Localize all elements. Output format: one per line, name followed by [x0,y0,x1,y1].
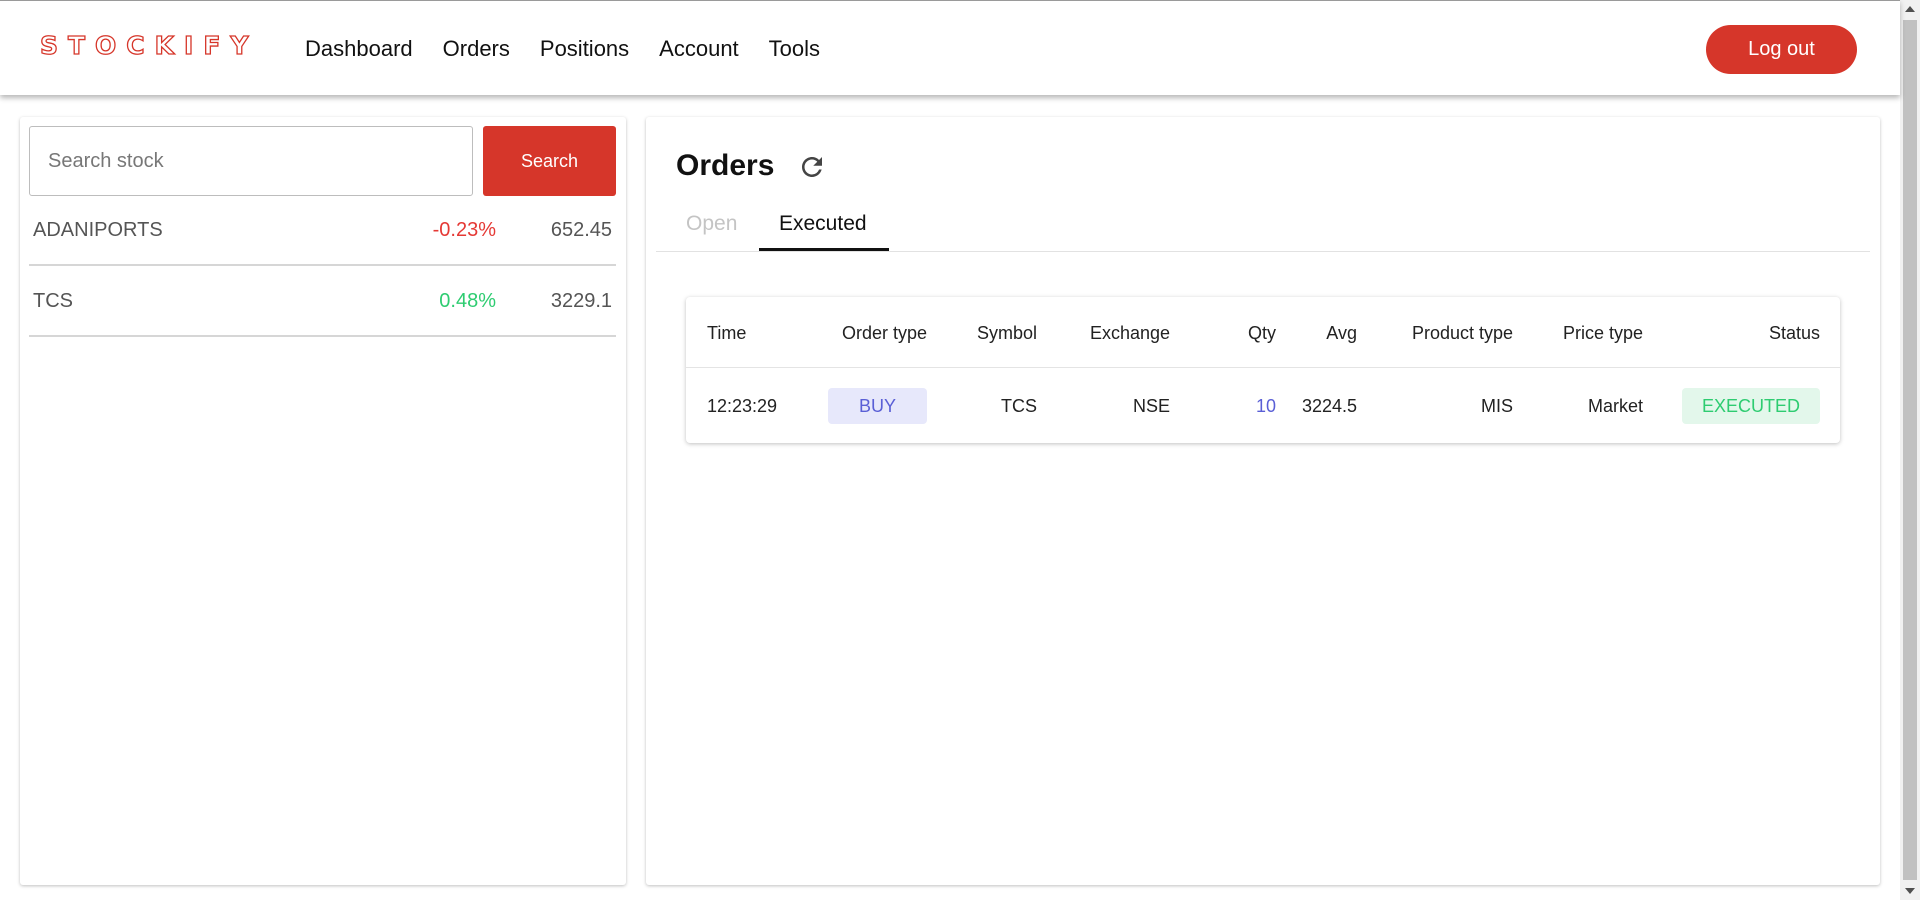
col-symbol: Symbol [976,323,1037,343]
active-tab-indicator [759,248,889,251]
col-price-type: Price type [1562,323,1643,343]
nav-orders[interactable]: Orders [443,36,510,62]
order-symbol: TCS [1001,396,1037,416]
col-product-type: Product type [1411,323,1513,343]
order-price-type: Market [1587,396,1643,416]
col-qty: Qty [1247,323,1276,343]
vertical-scrollbar[interactable] [1900,0,1920,900]
order-qty: 10 [1255,396,1276,416]
watchlist-price: 652.45 [550,219,612,241]
refresh-icon[interactable] [797,152,827,182]
watchlist-price: 3229.1 [550,290,612,312]
top-navbar: STOCKIFY Dashboard Orders Positions Acco… [0,0,1900,95]
orders-tabs: Open Executed [656,202,1870,252]
status-badge: EXECUTED [1682,388,1820,424]
watchlist-symbol: TCS [33,290,73,312]
orders-panel: Orders Open Executed Time Order type Sym… [646,117,1880,885]
watchlist-change: 0.48% [439,290,496,312]
order-avg: 3224.5 [1301,396,1357,416]
nav-account[interactable]: Account [659,36,739,62]
main-nav: Dashboard Orders Positions Account Tools [305,36,850,62]
page-title: Orders [676,149,775,182]
nav-tools[interactable]: Tools [769,36,820,62]
order-type-badge: BUY [828,388,927,424]
tab-open[interactable]: Open [686,212,737,236]
watchlist-item[interactable]: TCS 0.48% 3229.1 [29,267,616,337]
col-status: Status [1768,323,1820,343]
order-product-type: MIS [1480,396,1513,416]
stock-search-input[interactable] [29,126,473,196]
table-header: Time Order type Symbol Exchange Qty Avg … [686,297,1840,368]
watchlist-change: -0.23% [432,219,496,241]
nav-positions[interactable]: Positions [540,36,629,62]
search-button[interactable]: Search [483,126,616,196]
nav-dashboard[interactable]: Dashboard [305,36,413,62]
stockify-logo[interactable]: STOCKIFY [39,30,259,60]
watchlist-panel: Search ADANIPORTS -0.23% 652.45 TCS 0.48… [20,117,626,885]
tab-executed[interactable]: Executed [779,212,867,236]
table-row[interactable]: 12:23:29 BUY TCS NSE 10 3224.5 MIS Marke… [686,368,1840,443]
orders-table: Time Order type Symbol Exchange Qty Avg … [686,297,1840,443]
scrollbar-thumb[interactable] [1903,20,1917,880]
scroll-up-arrow-icon[interactable] [1905,6,1915,12]
col-order-type: Order type [841,323,927,343]
order-exchange: NSE [1132,396,1170,416]
logout-button[interactable]: Log out [1706,25,1857,74]
order-time: 12:23:29 [707,396,778,416]
watchlist-symbol: ADANIPORTS [33,219,163,241]
col-time: Time [707,323,747,343]
col-avg: Avg [1326,323,1357,343]
scroll-down-arrow-icon[interactable] [1905,888,1915,894]
col-exchange: Exchange [1089,323,1170,343]
watchlist-item[interactable]: ADANIPORTS -0.23% 652.45 [29,196,616,266]
